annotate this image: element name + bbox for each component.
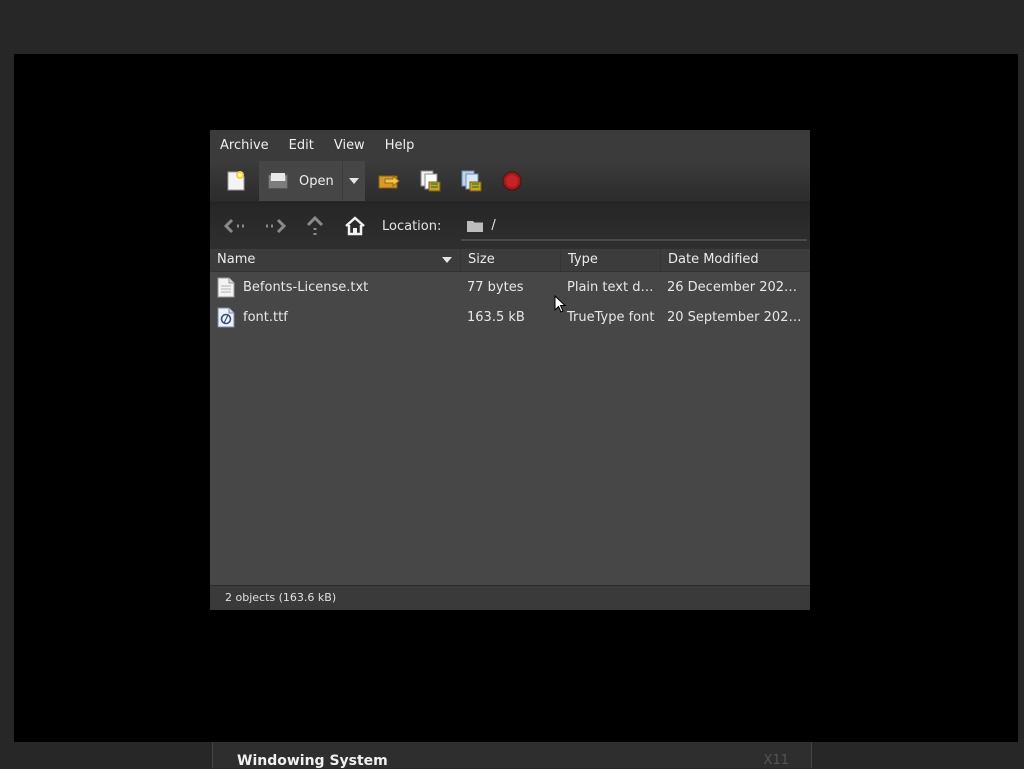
file-type: TrueType font — [567, 309, 655, 325]
file-name-cell: font.ttf — [210, 307, 461, 328]
home-icon — [345, 216, 365, 236]
file-size: 77 bytes — [467, 279, 524, 295]
home-button[interactable] — [338, 211, 372, 241]
file-type: Plain text do… — [567, 279, 661, 295]
location-field[interactable]: / — [461, 211, 808, 241]
file-name-cell: Befonts-License.txt — [210, 277, 461, 298]
column-headers: Name Size Type Date Modified — [210, 249, 810, 272]
menu-edit[interactable]: Edit — [283, 138, 320, 153]
panel-title: Windowing System — [237, 753, 388, 769]
new-archive-button[interactable] — [218, 163, 254, 199]
text-file-icon — [217, 277, 235, 298]
column-header-name[interactable]: Name — [210, 249, 461, 271]
forward-button[interactable] — [258, 211, 292, 241]
chevron-down-icon — [348, 178, 359, 184]
column-header-name-label: Name — [217, 252, 256, 267]
stop-icon — [502, 171, 522, 191]
open-dropdown-button[interactable] — [341, 161, 365, 201]
font-file-icon — [217, 307, 235, 328]
menu-bar: Archive Edit View Help — [210, 130, 810, 160]
file-row[interactable]: Befonts-License.txt 77 bytes Plain text … — [210, 272, 810, 302]
file-row[interactable]: font.ttf 163.5 kB TrueType font 20 Septe… — [210, 302, 810, 332]
status-text: 2 objects (163.6 kB) — [225, 591, 337, 604]
open-button[interactable]: Open — [259, 161, 342, 201]
file-size: 163.5 kB — [467, 309, 525, 325]
sort-descending-icon — [442, 257, 452, 263]
file-name: font.ttf — [243, 309, 288, 325]
add-files-button[interactable] — [412, 163, 448, 199]
toolbar: Open — [210, 160, 810, 203]
stop-button[interactable] — [494, 163, 530, 199]
up-button[interactable] — [298, 211, 332, 241]
panel-badge: X11 — [763, 753, 789, 768]
status-bar: 2 objects (163.6 kB) — [210, 585, 810, 610]
file-name: Befonts-License.txt — [243, 279, 369, 295]
arrow-left-icon — [223, 218, 244, 234]
archive-manager-window: Archive Edit View Help Open Location: / … — [210, 130, 810, 610]
arrow-up-icon — [306, 216, 324, 235]
new-document-icon — [227, 171, 245, 191]
file-date-modified: 20 September 2022, … — [667, 309, 804, 325]
open-button-group: Open — [259, 161, 365, 201]
mouse-cursor-icon — [554, 295, 566, 313]
column-header-date-modified[interactable]: Date Modified — [661, 249, 810, 271]
menu-help[interactable]: Help — [379, 138, 421, 153]
add-files-icon — [420, 170, 441, 192]
extract-button[interactable] — [371, 163, 407, 199]
menu-archive[interactable]: Archive — [214, 138, 275, 153]
extract-icon — [378, 174, 400, 189]
arrow-right-icon — [266, 218, 287, 234]
location-path: / — [491, 217, 496, 233]
column-header-size[interactable]: Size — [461, 249, 561, 271]
column-header-type[interactable]: Type — [561, 249, 661, 271]
folder-icon — [467, 220, 484, 232]
location-bar: Location: / — [210, 203, 810, 249]
menu-view[interactable]: View — [328, 138, 371, 153]
file-list: Befonts-License.txt 77 bytes Plain text … — [210, 272, 810, 588]
location-label: Location: — [382, 218, 442, 234]
open-button-label: Open — [299, 173, 334, 189]
file-date-modified: 26 December 2024, … — [667, 279, 804, 295]
back-button[interactable] — [218, 211, 252, 241]
add-folder-button[interactable] — [453, 163, 489, 199]
windowing-system-panel[interactable]: Windowing System X11 — [212, 742, 812, 769]
open-archive-icon — [268, 173, 288, 189]
add-folder-icon — [461, 170, 482, 192]
